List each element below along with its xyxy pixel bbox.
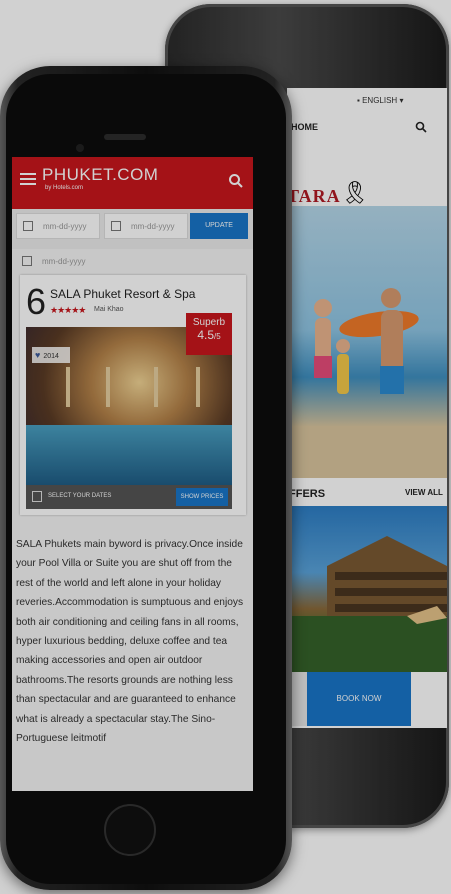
rating-badge: Superb 4.5/5 [186,313,232,355]
calendar-icon [111,221,121,231]
hotel-rank: 6 [26,281,47,322]
hotel-description: SALA Phukets main byword is privacy.Once… [16,539,244,745]
checkout-placeholder: mm-dd-yyyy [131,222,175,231]
heart-icon: ♥ [35,350,41,360]
calendar-icon [32,491,42,502]
update-button[interactable]: UPDATE [190,213,248,239]
offer-hotel-image [287,506,447,672]
show-prices-button[interactable]: SHOW PRICES [176,488,228,506]
likes-counter[interactable]: ♥ 2014 [32,347,70,363]
pillar [154,367,158,407]
view-all-link[interactable]: VIEW ALL [405,488,443,497]
front-camera [76,144,84,152]
likes-count: 2014 [43,353,59,360]
checkout-date-field[interactable]: mm-dd-yyyy [104,213,188,239]
book-now-button[interactable]: BOOK NOW [307,672,411,726]
search-icon[interactable] [228,173,244,194]
calendar-icon [22,256,32,266]
ribbon-icon: 🎗 [341,180,369,205]
select-dates-label: SELECT YOUR DATES [48,493,112,499]
checkin-placeholder: mm-dd-yyyy [43,222,87,231]
rating-scale: /5 [214,332,221,341]
chevron-down-icon: ▾ [399,96,404,105]
hotel-name[interactable]: SALA Phuket Resort & Spa [50,287,195,301]
language-selector[interactable]: ▪ ENGLISH ▾ [357,96,403,105]
search-icon[interactable] [415,120,427,133]
secondary-date-field[interactable]: mm-dd-yyyy [16,251,100,273]
rating-value: 4.5 [197,328,214,342]
hamburger-menu-icon[interactable] [20,172,36,186]
pillar [66,367,70,407]
site-title[interactable]: PHUKET.COM [42,165,158,185]
star-rating: ★★★★★ [50,305,86,315]
rating-label: Superb [192,317,226,328]
home-button[interactable] [104,804,156,856]
brand-logo: TARA [287,186,341,206]
hotel-location: Mai Khao [94,306,124,313]
back-phone-screen: HOME ▪ ENGLISH ▾ TARA 🎗 FFERS VIEW ALL B… [287,88,447,728]
nav-home-link[interactable]: HOME [291,122,318,132]
offers-title: FFERS [289,488,326,500]
hero-image [287,206,447,482]
pool-area [26,425,232,485]
family-beach-illustration [287,288,447,482]
flag-icon: ▪ [357,96,360,105]
site-subtitle: by Hotels.com [45,185,84,191]
pillar [196,367,200,407]
earpiece-speaker [104,134,146,140]
checkin-date-field[interactable]: mm-dd-yyyy [16,213,100,239]
calendar-icon [23,221,33,231]
language-label: ENGLISH [362,96,398,105]
secondary-date-placeholder: mm-dd-yyyy [42,257,86,266]
resort-building-illustration [287,536,447,672]
front-phone-screen: PHUKET.COM by Hotels.com mm-dd-yyyy mm-d… [12,157,253,791]
pillar [106,367,110,407]
